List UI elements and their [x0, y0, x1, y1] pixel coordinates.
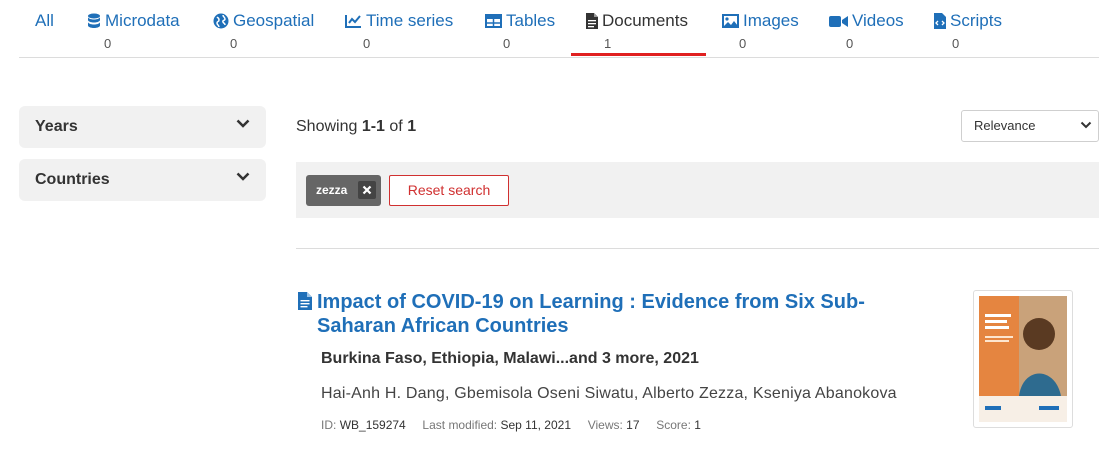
reset-search-button[interactable]: Reset search — [389, 175, 509, 206]
tab-tables[interactable]: Tables 0 — [479, 0, 579, 58]
result-thumbnail[interactable] — [973, 290, 1073, 428]
sort-select[interactable]: Relevance — [961, 110, 1099, 142]
result-score-label: Score: — [656, 418, 691, 432]
results-summary-prefix: Showing — [296, 118, 358, 135]
result-views-value: 17 — [626, 418, 640, 432]
facet-years[interactable]: Years — [19, 106, 266, 148]
results-summary-total: 1 — [407, 118, 417, 135]
tab-images-count: 0 — [739, 36, 747, 51]
tab-documents-label-wrap: Documents — [586, 11, 688, 31]
result-info: ID: WB_159274 Last modified: Sep 11, 202… — [321, 418, 701, 432]
tab-scripts-label: Scripts — [950, 11, 1002, 30]
close-icon — [362, 185, 372, 195]
tab-images[interactable]: Images 0 — [714, 0, 814, 58]
result-title-link[interactable]: Impact of COVID-19 on Learning : Evidenc… — [317, 290, 937, 338]
video-camera-icon — [829, 15, 848, 27]
tab-scripts[interactable]: Scripts 0 — [924, 0, 1024, 58]
chevron-down-icon — [236, 119, 250, 128]
result-modified-label: Last modified: — [422, 418, 498, 432]
tab-tables-count: 0 — [503, 36, 511, 51]
document-icon — [298, 292, 312, 310]
document-icon — [586, 13, 598, 29]
results-summary: Showing 1-1 of 1 — [296, 118, 416, 136]
tab-geospatial-count: 0 — [230, 36, 238, 51]
active-filters-bar: zezza Reset search — [296, 162, 1099, 218]
tab-time-series-label: Time series — [366, 11, 454, 30]
tab-tables-label-wrap: Tables — [485, 11, 555, 31]
tab-scripts-label-wrap: Scripts — [934, 11, 1002, 31]
tab-scripts-count: 0 — [952, 36, 960, 51]
code-file-icon — [934, 13, 946, 29]
tab-videos[interactable]: Videos 0 — [819, 0, 919, 58]
result-countries-year: Burkina Faso, Ethiopia, Malawi...and 3 m… — [321, 350, 699, 367]
results-divider — [296, 248, 1099, 249]
tab-images-label-wrap: Images — [722, 11, 799, 31]
tab-images-label: Images — [743, 11, 799, 30]
document-cover-image — [979, 296, 1067, 422]
chevron-down-icon — [236, 172, 250, 181]
sort-select-value: Relevance — [974, 118, 1036, 133]
tab-documents[interactable]: Documents 1 — [579, 0, 709, 58]
result-id-value: WB_159274 — [339, 418, 406, 432]
results-summary-range: 1-1 — [361, 118, 385, 135]
result-views-label: Views: — [587, 418, 623, 432]
active-tab-underline — [571, 53, 706, 56]
result-id-label: ID: — [321, 418, 337, 432]
tab-microdata-label-wrap: Microdata — [87, 11, 180, 31]
tab-videos-label-wrap: Videos — [829, 11, 904, 31]
facet-years-label: Years — [35, 118, 78, 135]
line-chart-icon — [345, 15, 361, 28]
tab-geospatial-label: Geospatial — [233, 11, 315, 30]
tab-documents-label: Documents — [602, 11, 688, 30]
tab-time-series-label-wrap: Time series — [345, 11, 453, 31]
tab-all-label: All — [35, 11, 54, 30]
remove-filter-button[interactable] — [358, 181, 376, 199]
tab-microdata-count: 0 — [104, 36, 112, 51]
tab-documents-count: 1 — [604, 36, 612, 51]
tab-geospatial-label-wrap: Geospatial — [213, 11, 314, 31]
table-icon — [485, 14, 502, 28]
result-score-value: 1 — [694, 418, 701, 432]
tab-tables-label: Tables — [506, 11, 556, 30]
tab-videos-count: 0 — [846, 36, 854, 51]
image-icon — [722, 14, 739, 28]
facet-countries-label: Countries — [35, 171, 110, 188]
tab-microdata-label: Microdata — [105, 11, 180, 30]
tab-time-series[interactable]: Time series 0 — [339, 0, 469, 58]
database-icon — [88, 13, 100, 28]
tab-time-series-count: 0 — [363, 36, 371, 51]
chevron-down-icon — [1080, 121, 1092, 129]
catalog-type-tabs: All Microdata 0 Geospatial 0 Time series… — [19, 0, 1099, 58]
filter-chip-label: zezza — [316, 183, 348, 197]
facet-countries[interactable]: Countries — [19, 159, 266, 201]
result-authors: Hai-Anh H. Dang, Gbemisola Oseni Siwatu,… — [321, 385, 897, 402]
globe-icon — [213, 13, 229, 29]
result-modified-value: Sep 11, 2021 — [500, 418, 571, 432]
tab-all[interactable]: All — [19, 0, 69, 58]
tab-geospatial[interactable]: Geospatial 0 — [209, 0, 329, 58]
tab-microdata[interactable]: Microdata 0 — [79, 0, 199, 58]
tab-videos-label: Videos — [852, 11, 904, 30]
results-summary-of: of — [389, 118, 403, 135]
filter-chip[interactable]: zezza — [306, 175, 381, 206]
